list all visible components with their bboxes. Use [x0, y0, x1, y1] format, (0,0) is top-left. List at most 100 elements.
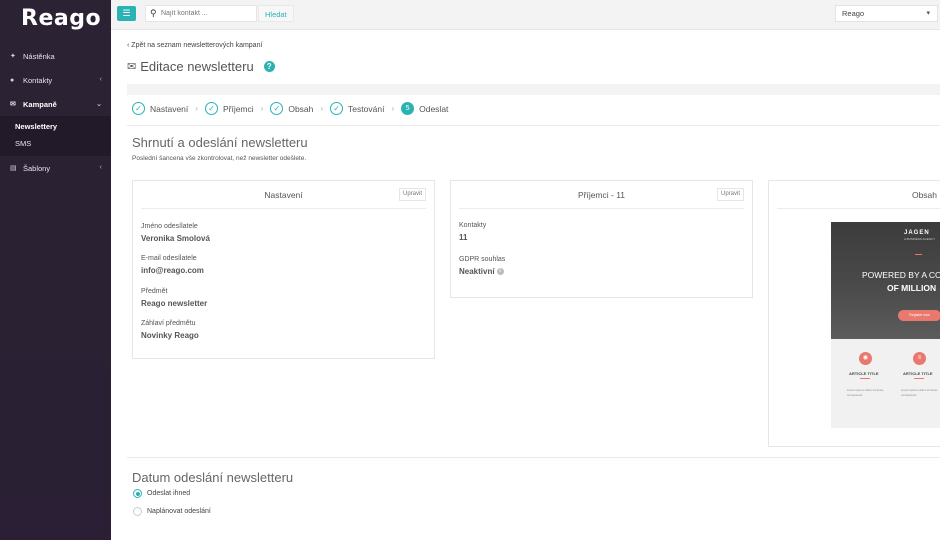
card-title: Obsah — [777, 181, 940, 209]
main-content: ‹ Zpět na seznam newsletterových kampaní… — [111, 30, 940, 540]
menu-toggle-button[interactable]: ☰ — [117, 6, 136, 21]
newsletter-preview[interactable]: JAGEN A BUSINESS AGENCY POWERED BY A CO … — [831, 222, 940, 428]
pin-icon: ✦ — [10, 53, 16, 60]
radio-label: Naplánovat odeslání — [147, 508, 211, 515]
summary-title: Shrnutí a odeslání newsletteru — [132, 135, 308, 150]
caret-down-icon: ▾ — [926, 10, 930, 17]
search-input[interactable] — [161, 7, 253, 20]
chevron-left-icon: ‹ — [99, 164, 102, 171]
step-prijemci[interactable]: ✓ Příjemci — [204, 102, 254, 115]
chevron-right-icon: › — [195, 104, 198, 113]
radio-button[interactable] — [133, 507, 142, 516]
page-title: ✉ Editace newsletteru ? — [127, 59, 275, 74]
field-label: E-mail odesílatele — [141, 255, 197, 262]
top-bar: ☰ ⚲ Hledat Reago ▾ — [111, 0, 940, 30]
field-value: Neaktivní i — [459, 267, 505, 276]
preview-headline: POWERED BY A CO — [862, 270, 940, 280]
location-icon: ◉ — [859, 352, 872, 365]
step-label: Příjemci — [222, 103, 254, 114]
step-label: Testování — [348, 103, 385, 114]
divider — [127, 125, 940, 126]
chevron-down-icon: ⌄ — [96, 101, 102, 108]
preview-article-text: Lorem ipsum dolor sit amet, consectetur — [847, 388, 885, 397]
chevron-right-icon: › — [391, 104, 395, 113]
step-odeslat[interactable]: 5 Odeslat — [401, 102, 448, 115]
gdpr-status: Neaktivní — [459, 267, 495, 276]
help-icon[interactable]: ? — [263, 61, 275, 72]
field-value: Veronika Smolová — [141, 234, 210, 243]
book-icon: ▤ — [10, 165, 17, 172]
field-value: Reago newsletter — [141, 299, 208, 308]
search-box: ⚲ — [145, 5, 257, 22]
content-card: Obsah JAGEN A BUSINESS AGENCY POWERED BY… — [768, 180, 940, 447]
back-link[interactable]: ‹ Zpět na seznam newsletterových kampaní — [127, 42, 262, 49]
sidebar-submenu-kampane: Newslettery SMS — [0, 116, 111, 156]
summary-subtitle: Poslední šancena vše zkontrolovat, než n… — [132, 155, 307, 162]
chevron-left-icon: ‹ — [127, 42, 130, 49]
envelope-icon: ✉ — [10, 101, 16, 108]
sidebar: Reago ✦ Nástěnka ● Kontakty ‹ ✉ Kampaně … — [0, 0, 111, 540]
field-label: GDPR souhlas — [459, 256, 506, 263]
info-icon[interactable]: i — [496, 268, 504, 276]
step-label: Obsah — [288, 103, 314, 114]
users-icon: ● — [10, 76, 15, 84]
preview-article-title: ARTICLE TITLE — [903, 371, 933, 376]
app-root: Reago ✦ Nástěnka ● Kontakty ‹ ✉ Kampaně … — [0, 0, 940, 540]
radio-button[interactable] — [133, 489, 142, 498]
field-label: Kontakty — [459, 222, 487, 229]
sidebar-item-sablony[interactable]: ▤ Šablony ‹ — [0, 156, 111, 180]
list-icon: ≡ — [913, 352, 926, 365]
sidebar-item-kampane[interactable]: ✉ Kampaně ⌄ — [0, 92, 111, 116]
chevron-right-icon: › — [260, 104, 264, 113]
settings-card: Nastavení Upravit Jméno odesílatele Vero… — [132, 180, 435, 359]
preview-cta: Register now — [898, 310, 940, 321]
field-sender-email: E-mail odesílatele info@reago.com — [141, 255, 204, 275]
field-label: Jméno odesílatele — [141, 223, 198, 230]
preview-accent-bar — [914, 378, 924, 379]
app-logo[interactable]: Reago — [21, 6, 101, 31]
check-circle-icon: ✓ — [204, 102, 218, 115]
field-gdpr: GDPR souhlas Neaktivní i — [459, 256, 505, 276]
sidebar-subitem-newslettery[interactable]: Newslettery — [0, 118, 111, 135]
radio-send-now[interactable]: Odeslat ihned — [133, 489, 190, 498]
divider — [127, 457, 940, 458]
sidebar-item-label: Kontakty — [23, 75, 53, 85]
search-button[interactable]: Hledat — [258, 5, 294, 22]
step-number-badge: 5 — [401, 102, 415, 115]
step-testovani[interactable]: ✓ Testování — [330, 102, 384, 115]
sidebar-nav: ✦ Nástěnka ● Kontakty ‹ ✉ Kampaně ⌄ News… — [0, 44, 111, 180]
field-label: Záhlaví předmětu — [141, 320, 196, 327]
check-circle-icon: ✓ — [132, 102, 145, 115]
sidebar-item-label: Nástěnka — [23, 51, 55, 61]
step-nastaveni[interactable]: ✓ Nastavení — [132, 102, 188, 115]
step-label: Nastavení — [150, 103, 189, 114]
card-title: Příjemci - 11 — [459, 181, 744, 209]
back-link-label: Zpět na seznam newsletterových kampaní — [131, 42, 263, 49]
card-title: Nastavení — [141, 181, 426, 209]
edit-recipients-button[interactable]: Upravit — [716, 188, 744, 201]
field-contacts: Kontakty 11 — [459, 222, 486, 242]
field-subject: Předmět Reago newsletter — [141, 288, 207, 308]
field-value: Novinky Reago — [141, 331, 199, 340]
preview-article-text: Lorem ipsum dolor sit amet, consectetur — [901, 388, 939, 397]
chevron-right-icon: › — [320, 104, 324, 113]
check-circle-icon: ✓ — [330, 102, 344, 115]
field-value: 11 — [459, 233, 468, 242]
check-circle-icon: ✓ — [270, 102, 284, 115]
sidebar-item-kontakty[interactable]: ● Kontakty ‹ — [0, 68, 111, 92]
edit-settings-button[interactable]: Upravit — [398, 188, 426, 201]
radio-schedule[interactable]: Naplánovat odeslání — [133, 507, 211, 516]
preview-hero: JAGEN A BUSINESS AGENCY POWERED BY A CO … — [831, 222, 940, 339]
step-obsah[interactable]: ✓ Obsah — [270, 102, 313, 115]
search-icon: ⚲ — [150, 8, 157, 18]
hamburger-icon: ☰ — [122, 8, 131, 18]
preview-article-title: ARTICLE TITLE — [849, 371, 879, 376]
radio-label: Odeslat ihned — [147, 490, 191, 497]
account-name: Reago — [842, 9, 865, 18]
preview-accent-bar — [860, 378, 870, 379]
preview-brand: JAGEN — [904, 230, 930, 236]
sidebar-subitem-sms[interactable]: SMS — [0, 135, 111, 152]
sidebar-item-nastenka[interactable]: ✦ Nástěnka — [0, 44, 111, 68]
wizard-steps: ✓ Nastavení › ✓ Příjemci › ✓ Obsah › ✓ T… — [132, 102, 448, 115]
account-select[interactable]: Reago ▾ — [835, 5, 938, 22]
